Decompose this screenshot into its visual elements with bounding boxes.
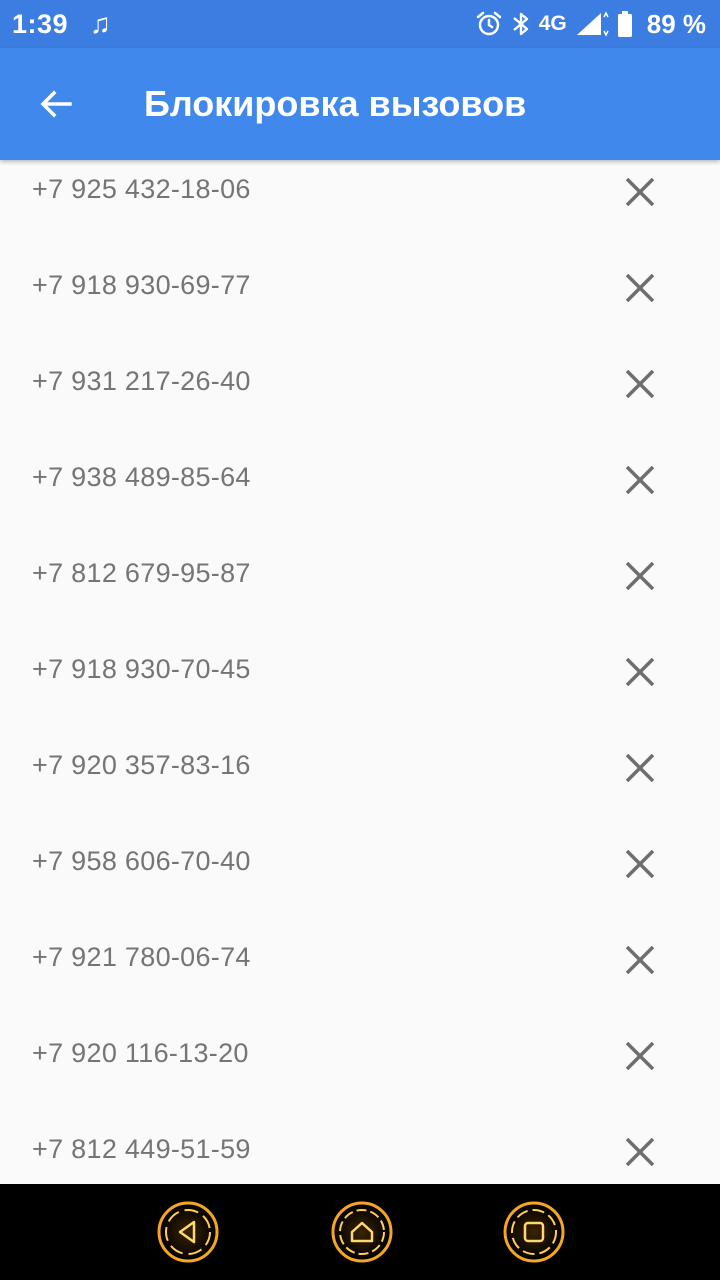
page-title: Блокировка вызовов xyxy=(144,83,527,124)
close-icon xyxy=(625,369,655,399)
list-item: +7 921 780-06-74 xyxy=(0,928,720,1024)
list-item: +7 925 432-18-06 xyxy=(0,160,720,256)
remove-number-button[interactable] xyxy=(612,164,668,220)
phone-number: +7 920 357-83-16 xyxy=(32,750,251,780)
close-icon xyxy=(625,1137,655,1167)
remove-number-button[interactable] xyxy=(612,1028,668,1084)
remove-number-button[interactable] xyxy=(612,548,668,604)
status-bar: 1:39 ♫ 4G 89 % xyxy=(0,0,720,48)
nav-back-button[interactable] xyxy=(156,1200,220,1264)
phone-number: +7 925 432-18-06 xyxy=(32,174,251,204)
remove-number-button[interactable] xyxy=(612,1124,668,1180)
triangle-left-icon xyxy=(157,1201,219,1263)
battery-icon xyxy=(617,11,632,37)
signal-icon xyxy=(576,11,609,37)
close-icon xyxy=(625,657,655,687)
list-item: +7 920 116-13-20 xyxy=(0,1024,720,1120)
nav-recents-button[interactable] xyxy=(502,1200,566,1264)
remove-number-button[interactable] xyxy=(612,836,668,892)
list-item: +7 958 606-70-40 xyxy=(0,832,720,928)
phone-number: +7 812 679-95-87 xyxy=(32,558,251,588)
phone-number: +7 938 489-85-64 xyxy=(32,462,251,492)
remove-number-button[interactable] xyxy=(612,644,668,700)
remove-number-button[interactable] xyxy=(612,452,668,508)
phone-number: +7 918 930-70-45 xyxy=(32,654,251,684)
nav-home-button[interactable] xyxy=(330,1200,394,1264)
network-type: 4G xyxy=(538,12,567,35)
close-icon xyxy=(625,945,655,975)
close-icon xyxy=(625,1041,655,1071)
home-icon xyxy=(331,1201,393,1263)
remove-number-button[interactable] xyxy=(612,260,668,316)
arrow-left-icon xyxy=(40,90,72,118)
music-note-icon: ♫ xyxy=(90,8,112,39)
status-icons: 4G 89 % xyxy=(475,9,706,40)
list-item: +7 938 489-85-64 xyxy=(0,448,720,544)
phone-number: +7 931 217-26-40 xyxy=(32,366,251,396)
phone-number: +7 958 606-70-40 xyxy=(32,846,251,876)
close-icon xyxy=(625,561,655,591)
list-item: +7 812 449-51-59 xyxy=(0,1120,720,1184)
app-bar: Блокировка вызовов xyxy=(0,48,720,160)
phone-number: +7 918 930-69-77 xyxy=(32,270,251,300)
list-item: +7 918 930-69-77 xyxy=(0,256,720,352)
status-time: 1:39 xyxy=(12,8,69,39)
navigation-bar xyxy=(0,1184,720,1280)
bluetooth-icon xyxy=(512,12,528,36)
phone-number: +7 921 780-06-74 xyxy=(32,942,251,972)
list-item: +7 812 679-95-87 xyxy=(0,544,720,640)
list-item: +7 918 930-70-45 xyxy=(0,640,720,736)
close-icon xyxy=(625,177,655,207)
battery-level: 89 % xyxy=(646,8,706,39)
close-icon xyxy=(625,753,655,783)
phone-number: +7 920 116-13-20 xyxy=(32,1038,249,1068)
phone-number: +7 812 449-51-59 xyxy=(32,1134,251,1164)
close-icon xyxy=(625,465,655,495)
square-icon xyxy=(503,1201,565,1263)
close-icon xyxy=(625,273,655,303)
list-item: +7 931 217-26-40 xyxy=(0,352,720,448)
remove-number-button[interactable] xyxy=(612,356,668,412)
alarm-icon xyxy=(476,11,501,36)
blocked-numbers-list[interactable]: +7 925 432-18-06 +7 918 930-69-77 +7 931… xyxy=(0,160,720,1184)
remove-number-button[interactable] xyxy=(612,932,668,988)
remove-number-button[interactable] xyxy=(612,740,668,796)
close-icon xyxy=(625,849,655,879)
back-button[interactable] xyxy=(28,76,84,132)
list-item: +7 920 357-83-16 xyxy=(0,736,720,832)
